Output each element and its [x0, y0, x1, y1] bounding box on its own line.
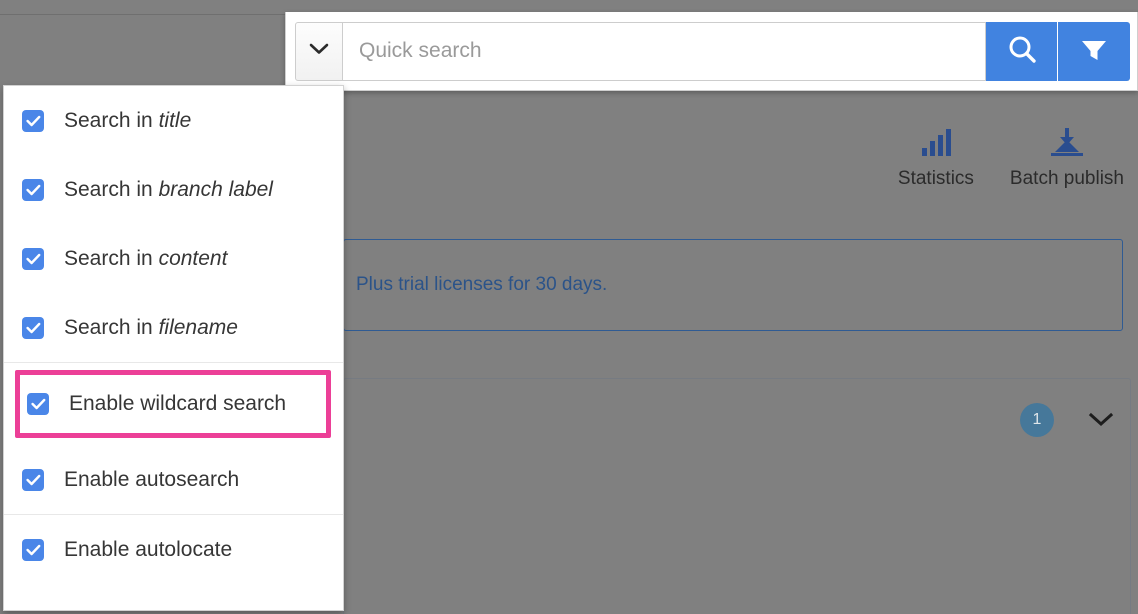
- option-label-emphasis: title: [159, 109, 192, 132]
- checkbox-enable-wildcard-search[interactable]: [27, 393, 49, 415]
- option-row-enable-wildcard-search[interactable]: Enable wildcard search: [15, 370, 331, 438]
- option-group: Enable wildcard search Enable autosearch: [4, 370, 343, 514]
- option-label-enable-wildcard-search: Enable wildcard search: [69, 392, 286, 416]
- checkbox-search-in-filename[interactable]: [22, 317, 44, 339]
- search-button[interactable]: [986, 22, 1058, 81]
- toolbar-actions: Statistics Batch publish: [898, 126, 1124, 190]
- bar-chart-icon: [918, 126, 954, 158]
- chevron-down-icon[interactable]: [1088, 412, 1114, 428]
- checkbox-search-in-branch-label[interactable]: [22, 179, 44, 201]
- search-input[interactable]: [343, 22, 986, 81]
- option-label-emphasis: filename: [159, 316, 238, 339]
- menu-divider: [4, 362, 343, 363]
- trial-license-banner-text: Plus trial licenses for 30 days.: [344, 274, 607, 296]
- quick-search-widget: [285, 12, 1138, 91]
- batch-publish-icon: [1045, 126, 1089, 158]
- search-icon: [1005, 33, 1039, 70]
- status-badge: 1: [1020, 403, 1054, 437]
- content-panel-row: 1: [1020, 403, 1114, 437]
- chevron-down-icon: [309, 42, 329, 60]
- option-label-search-in-branch-label: Search in branch label: [64, 178, 273, 202]
- search-options-toggle[interactable]: [295, 22, 343, 81]
- option-row-enable-autosearch[interactable]: Enable autosearch: [4, 445, 343, 514]
- option-label-search-in-title: Search in title: [64, 109, 191, 133]
- checkbox-search-in-title[interactable]: [22, 110, 44, 132]
- trial-license-banner: Plus trial licenses for 30 days.: [343, 239, 1123, 331]
- option-label-search-in-content: Search in content: [64, 247, 227, 271]
- filter-button[interactable]: [1058, 22, 1130, 81]
- option-row-search-in-branch-label[interactable]: Search in branch label: [4, 155, 343, 224]
- statistics-action[interactable]: Statistics: [898, 126, 974, 190]
- statistics-action-label: Statistics: [898, 168, 974, 190]
- option-label-emphasis: content: [159, 247, 228, 270]
- batch-publish-action[interactable]: Batch publish: [1010, 126, 1124, 190]
- batch-publish-action-label: Batch publish: [1010, 168, 1124, 190]
- checkbox-enable-autosearch[interactable]: [22, 469, 44, 491]
- option-group: Search in title Search in branch label Sea…: [4, 86, 343, 362]
- option-label-enable-autosearch: Enable autosearch: [64, 468, 239, 492]
- option-label-search-in-filename: Search in filename: [64, 316, 238, 340]
- option-row-enable-autolocate[interactable]: Enable autolocate: [4, 515, 343, 584]
- checkbox-search-in-content[interactable]: [22, 248, 44, 270]
- checkbox-enable-autolocate[interactable]: [22, 539, 44, 561]
- search-options-dropdown: Search in title Search in branch label Sea…: [3, 85, 344, 611]
- filter-icon: [1079, 36, 1109, 67]
- option-label-emphasis: branch label: [159, 178, 273, 201]
- option-group: Enable autolocate: [4, 515, 343, 584]
- content-panel: 1: [343, 378, 1131, 614]
- option-row-search-in-content[interactable]: Search in content: [4, 224, 343, 293]
- option-row-search-in-filename[interactable]: Search in filename: [4, 293, 343, 362]
- option-label-enable-autolocate: Enable autolocate: [64, 538, 232, 562]
- option-row-search-in-title[interactable]: Search in title: [4, 86, 343, 155]
